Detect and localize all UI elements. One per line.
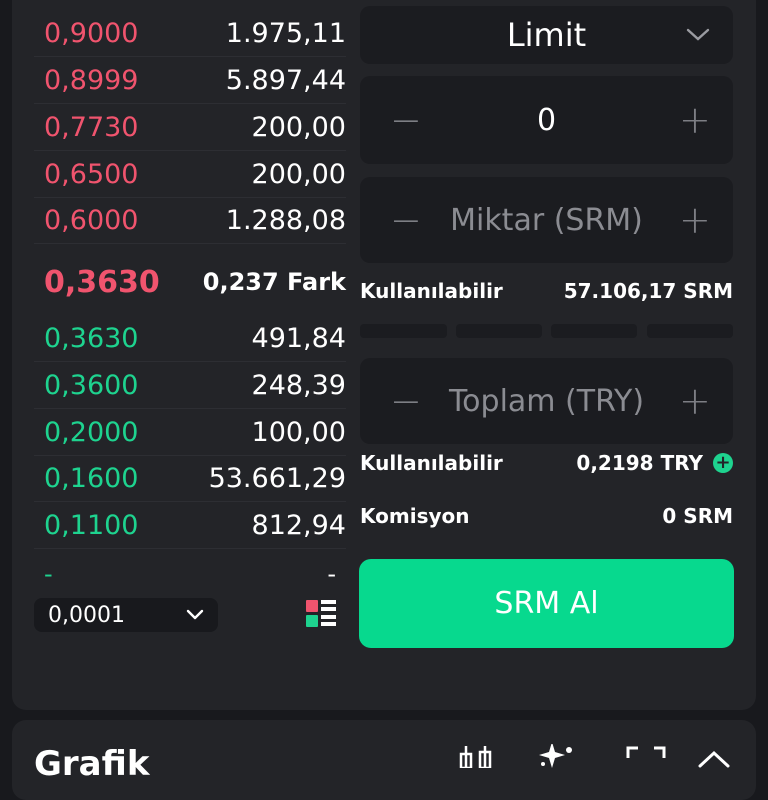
chevron-up-icon[interactable] [696,748,732,768]
ask-qty: 200,00 [251,158,346,190]
available-try-row: Kullanılabilir 0,2198 TRY + [360,450,733,476]
bid-qty: 100,00 [251,416,346,448]
empty-qty: - [327,560,336,588]
tick-size-select[interactable]: 0,0001 [34,598,218,632]
chevron-down-icon [186,609,204,620]
available-try-value: 0,2198 TRY [576,451,703,475]
ask-price: 0,7730 [44,111,139,143]
ask-qty: 1.975,11 [225,17,346,49]
orderbook-view-icon[interactable] [305,598,337,630]
available-srm-value: 57.106,17 SRM [563,279,733,303]
amount-input[interactable]: Miktar (SRM) [450,203,643,238]
bid-price: 0,3600 [44,369,139,401]
buy-button[interactable]: SRM Al [359,559,734,648]
minus-icon[interactable]: − [390,379,422,423]
commission-row: Komisyon 0 SRM [360,503,733,529]
spread-label: 0,237 Fark [202,268,346,296]
percent-25-button[interactable] [360,324,447,338]
order-type-select[interactable]: Limit [360,6,733,64]
fullscreen-icon[interactable] [626,744,666,768]
ask-qty: 200,00 [251,111,346,143]
tick-size-value: 0,0001 [48,602,125,628]
bid-qty: 812,94 [251,509,346,541]
last-price: 0,3630 [44,264,160,300]
ask-row[interactable]: 0,6000 1.288,08 [34,197,346,244]
total-input[interactable]: Toplam (TRY) [449,384,644,419]
order-type-value: Limit [506,16,587,54]
chart-section-title: Grafik [34,744,150,784]
minus-icon[interactable]: − [390,98,422,142]
bid-row[interactable]: 0,3600 248,39 [34,362,346,409]
minus-icon[interactable]: − [390,198,422,242]
ask-qty: 5.897,44 [225,64,346,96]
ask-price: 0,9000 [44,17,139,49]
ask-qty: 1.288,08 [225,204,346,236]
ask-price: 0,6500 [44,158,139,190]
percent-50-button[interactable] [456,324,542,338]
available-label: Kullanılabilir [360,279,503,303]
percent-100-button[interactable] [647,324,733,338]
add-funds-icon[interactable]: + [713,453,733,473]
bid-row[interactable]: 0,1600 53.661,29 [34,455,346,502]
bid-price: 0,1600 [44,462,139,494]
available-label: Kullanılabilir [360,451,503,475]
price-stepper[interactable]: − 0 + [360,76,733,164]
commission-label: Komisyon [360,504,470,528]
amount-stepper[interactable]: − Miktar (SRM) + [360,177,733,263]
mid-price-row[interactable]: 0,3630 0,237 Fark [34,258,346,306]
ask-price: 0,8999 [44,64,139,96]
bid-qty: 248,39 [251,369,346,401]
price-input[interactable]: 0 [537,103,556,138]
bid-qty: 53.661,29 [208,462,346,494]
bid-row[interactable]: 0,3630 491,84 [34,315,346,362]
candlestick-icon[interactable] [458,744,494,768]
empty-price: - [44,560,53,588]
chevron-down-icon [686,28,710,41]
bid-price: 0,3630 [44,322,139,354]
ask-row[interactable]: 0,9000 1.975,11 [34,10,346,57]
plus-icon[interactable]: + [679,98,711,142]
empty-row: - - [34,556,336,592]
ask-row[interactable]: 0,8999 5.897,44 [34,57,346,104]
available-srm-row: Kullanılabilir 57.106,17 SRM [360,278,733,304]
bid-price: 0,2000 [44,416,139,448]
ask-row[interactable]: 0,7730 200,00 [34,104,346,151]
plus-icon[interactable]: + [679,379,711,423]
plus-icon[interactable]: + [679,198,711,242]
available-try-group: 0,2198 TRY + [576,451,733,475]
commission-value: 0 SRM [662,504,733,528]
bid-row[interactable]: 0,2000 100,00 [34,409,346,456]
sparkle-icon[interactable] [538,744,574,768]
bid-row[interactable]: 0,1100 812,94 [34,502,346,549]
bid-qty: 491,84 [251,322,346,354]
percent-75-button[interactable] [551,324,637,338]
bid-price: 0,1100 [44,509,139,541]
ask-row[interactable]: 0,6500 200,00 [34,151,346,198]
total-stepper[interactable]: − Toplam (TRY) + [360,358,733,444]
ask-price: 0,6000 [44,204,139,236]
